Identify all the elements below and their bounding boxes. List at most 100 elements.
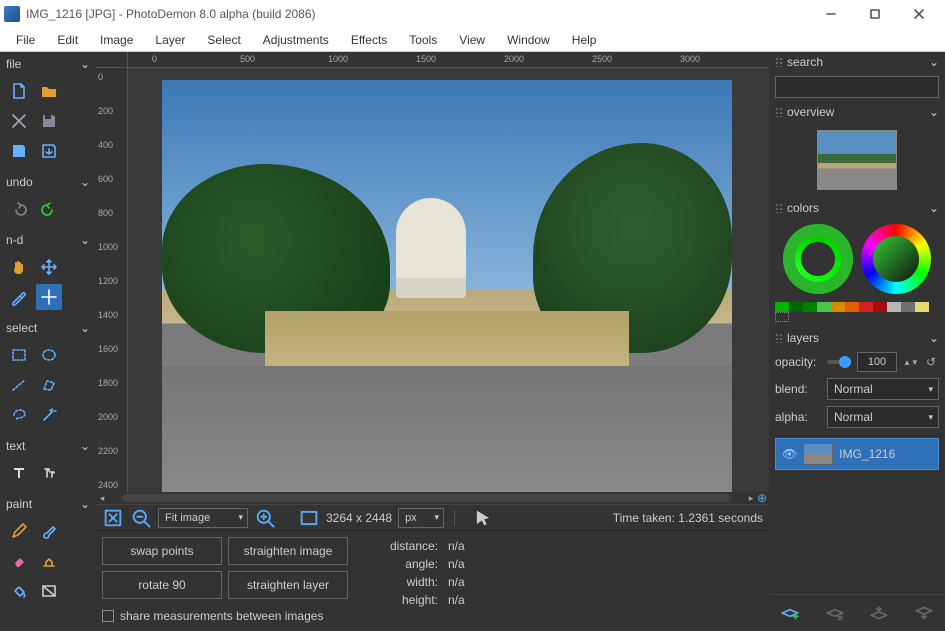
layer-item[interactable]: 👁 IMG_1216 bbox=[775, 438, 939, 470]
color-swatch[interactable] bbox=[803, 302, 817, 312]
color-swatch[interactable] bbox=[775, 302, 789, 312]
menu-layer[interactable]: Layer bbox=[145, 30, 195, 50]
open-folder-icon[interactable] bbox=[36, 78, 62, 104]
measure-tool-icon[interactable] bbox=[36, 284, 62, 310]
menu-tools[interactable]: Tools bbox=[399, 30, 447, 50]
clone-tool-icon[interactable] bbox=[36, 548, 62, 574]
center-view-icon[interactable]: ⊕ bbox=[757, 491, 769, 505]
opacity-stepper[interactable]: ▲▼ bbox=[903, 352, 917, 372]
menu-help[interactable]: Help bbox=[562, 30, 607, 50]
toolbox-text-header[interactable]: text⌄ bbox=[4, 436, 92, 456]
save-copy-icon[interactable] bbox=[6, 138, 32, 164]
image-size-icon[interactable] bbox=[298, 507, 320, 529]
close-file-icon[interactable] bbox=[6, 108, 32, 134]
alpha-label: alpha: bbox=[775, 410, 821, 424]
zoom-out-icon[interactable] bbox=[130, 507, 152, 529]
delete-layer-button[interactable] bbox=[825, 603, 845, 623]
ellipse-select-icon[interactable] bbox=[36, 342, 62, 368]
colors-panel-header[interactable]: colors⌄ bbox=[769, 198, 945, 218]
eraser-tool-icon[interactable] bbox=[6, 548, 32, 574]
menu-adjustments[interactable]: Adjustments bbox=[253, 30, 339, 50]
menu-edit[interactable]: Edit bbox=[47, 30, 88, 50]
line-select-icon[interactable] bbox=[6, 372, 32, 398]
gradient-tool-icon[interactable] bbox=[36, 578, 62, 604]
zoom-in-icon[interactable] bbox=[254, 507, 276, 529]
overview-thumbnail[interactable] bbox=[817, 130, 897, 190]
search-panel-header[interactable]: search⌄ bbox=[769, 52, 945, 72]
rotate-90-button[interactable]: rotate 90 bbox=[102, 571, 222, 599]
fill-tool-icon[interactable] bbox=[6, 578, 32, 604]
poly-select-icon[interactable] bbox=[36, 372, 62, 398]
magic-wand-icon[interactable] bbox=[36, 402, 62, 428]
menu-view[interactable]: View bbox=[449, 30, 495, 50]
color-swatch[interactable] bbox=[859, 302, 873, 312]
zoom-select[interactable]: Fit image bbox=[158, 508, 248, 528]
canvas[interactable] bbox=[128, 68, 769, 492]
image-dimensions: 3264 x 2448 bbox=[326, 511, 392, 525]
menu-file[interactable]: File bbox=[6, 30, 45, 50]
color-wheel-hue[interactable] bbox=[861, 224, 931, 294]
save-icon[interactable] bbox=[36, 108, 62, 134]
hand-tool-icon[interactable] bbox=[6, 254, 32, 280]
alpha-select[interactable]: Normal bbox=[827, 406, 939, 428]
layer-buttons bbox=[769, 594, 945, 631]
color-swatch[interactable] bbox=[817, 302, 831, 312]
color-swatch[interactable] bbox=[887, 302, 901, 312]
undo-icon[interactable] bbox=[6, 196, 32, 222]
scroll-right-icon[interactable]: ▸ bbox=[745, 493, 757, 504]
maximize-button[interactable] bbox=[853, 0, 897, 28]
save-as-icon[interactable] bbox=[36, 138, 62, 164]
add-layer-button[interactable] bbox=[780, 603, 800, 623]
color-swatch[interactable] bbox=[901, 302, 915, 312]
text-tool-icon[interactable] bbox=[6, 460, 32, 486]
new-file-icon[interactable] bbox=[6, 78, 32, 104]
chevron-down-icon: ⌄ bbox=[80, 497, 90, 511]
grip-icon bbox=[775, 333, 783, 343]
pencil-tool-icon[interactable] bbox=[6, 518, 32, 544]
color-swatch[interactable] bbox=[845, 302, 859, 312]
window-title: IMG_1216 [JPG] - PhotoDemon 8.0 alpha (b… bbox=[26, 7, 809, 21]
minimize-button[interactable] bbox=[809, 0, 853, 28]
swatch-more-icon[interactable] bbox=[775, 312, 789, 322]
lasso-select-icon[interactable] bbox=[6, 402, 32, 428]
color-swatch[interactable] bbox=[873, 302, 887, 312]
menu-window[interactable]: Window bbox=[497, 30, 560, 50]
toolbox-nd-header[interactable]: n-d⌄ bbox=[4, 230, 92, 250]
layer-up-button[interactable] bbox=[869, 603, 889, 623]
straighten-layer-button[interactable]: straighten layer bbox=[228, 571, 348, 599]
opacity-slider[interactable] bbox=[827, 360, 851, 364]
overview-panel-header[interactable]: overview⌄ bbox=[769, 102, 945, 122]
visibility-icon[interactable]: 👁 bbox=[782, 447, 797, 461]
toolbox-select-header[interactable]: select⌄ bbox=[4, 318, 92, 338]
swap-points-button[interactable]: swap points bbox=[102, 537, 222, 565]
text-advanced-icon[interactable] bbox=[36, 460, 62, 486]
rect-select-icon[interactable] bbox=[6, 342, 32, 368]
unit-select[interactable]: px bbox=[398, 508, 444, 528]
zoom-fit-icon[interactable] bbox=[102, 507, 124, 529]
redo-icon[interactable] bbox=[36, 196, 62, 222]
color-swatch[interactable] bbox=[915, 302, 929, 312]
color-swatch[interactable] bbox=[831, 302, 845, 312]
toolbox-undo-header[interactable]: undo⌄ bbox=[4, 172, 92, 192]
menu-image[interactable]: Image bbox=[90, 30, 143, 50]
close-button[interactable] bbox=[897, 0, 941, 28]
layers-panel-header[interactable]: layers⌄ bbox=[769, 328, 945, 348]
opacity-input[interactable] bbox=[857, 352, 897, 372]
brush-tool-icon[interactable] bbox=[36, 518, 62, 544]
opacity-reset-icon[interactable]: ↺ bbox=[923, 355, 939, 369]
menu-effects[interactable]: Effects bbox=[341, 30, 397, 50]
color-wheel-primary[interactable] bbox=[783, 224, 853, 294]
blend-select[interactable]: Normal bbox=[827, 378, 939, 400]
move-tool-icon[interactable] bbox=[36, 254, 62, 280]
scroll-left-icon[interactable]: ◂ bbox=[96, 493, 108, 504]
toolbox-paint-header[interactable]: paint⌄ bbox=[4, 494, 92, 514]
menu-select[interactable]: Select bbox=[197, 30, 250, 50]
straighten-image-button[interactable]: straighten image bbox=[228, 537, 348, 565]
search-input[interactable] bbox=[775, 76, 939, 98]
color-picker-tool-icon[interactable] bbox=[6, 284, 32, 310]
scrollbar-horizontal[interactable]: ◂ ▸ ⊕ bbox=[96, 492, 769, 504]
layer-down-button[interactable] bbox=[914, 603, 934, 623]
color-swatch[interactable] bbox=[789, 302, 803, 312]
toolbox-file-header[interactable]: file⌄ bbox=[4, 54, 92, 74]
share-measurements-checkbox[interactable]: share measurements between images bbox=[102, 609, 348, 623]
